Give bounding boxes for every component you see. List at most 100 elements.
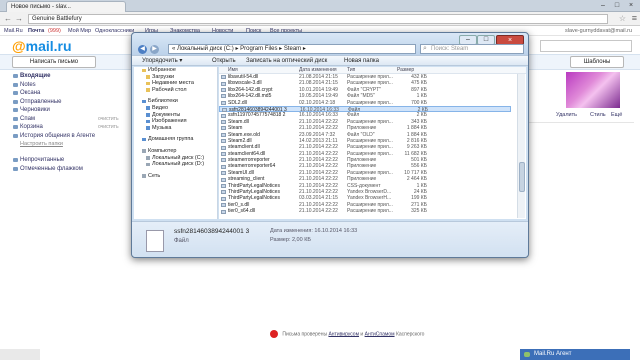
file-icon [221,171,226,176]
file-icon [221,164,226,169]
user-email[interactable]: slave-gurnyddavat@mail.ru [565,26,632,36]
open-button[interactable]: Открыть [212,56,236,66]
nav-item[interactable]: Документы [134,112,217,119]
compose-button[interactable]: Написать письмо [12,56,96,68]
scrollbar[interactable] [517,74,525,218]
column-name[interactable]: Имя [228,67,238,74]
folder-spam[interactable]: Спам очистить [12,115,119,124]
portal-link[interactable]: Мой Мир [68,26,91,36]
file-type: Расширение прил... [347,208,393,215]
file-icon [221,126,226,131]
detail-modified: Дата изменения: 16.10.2014 16:33 [270,228,358,234]
star-icon[interactable]: ☆ [619,14,626,23]
nav-item[interactable]: Видео [134,105,217,112]
file-icon [221,183,226,188]
file-rows: libavutil-54.dll 21.08.2014 21:15 Расширен… [219,74,511,215]
menu-icon[interactable]: ≡ [632,13,637,23]
organize-button[interactable]: Упорядочить ▾ [142,56,182,66]
filter-unread[interactable]: Непрочитанные [12,156,112,165]
antivirus-link[interactable]: Антивирусом [328,331,359,337]
nav-item[interactable]: Локальный диск (D:) [134,161,217,168]
detail-size: Размер: 2,00 КБ [270,237,312,243]
detail-name: ssfn2814603894244001 3 [174,228,250,235]
portal-link[interactable]: Одноклассники [95,26,134,36]
maximize-icon[interactable]: □ [610,1,624,10]
clear-spam-link[interactable]: очистить [98,115,119,124]
forward-icon[interactable]: ▶ [150,45,159,54]
nav-item[interactable]: Музыка [134,125,217,132]
new-folder-button[interactable]: Новая папка [344,56,379,66]
portal-link[interactable]: Mail.Ru [4,26,23,36]
templates-button[interactable]: Шаблоны [570,56,624,68]
file-icon [146,230,164,252]
details-pane: ssfn2814603894244001 3 Файл Дата изменен… [132,221,528,257]
folder-inbox[interactable]: Входящие [12,72,112,81]
close-icon[interactable]: × [624,1,638,10]
nav-item[interactable]: Домашняя группа [134,136,217,143]
file-size: 325 КБ [411,208,427,215]
breadcrumb[interactable]: « Локальный диск (C:) ▸ Program Files ▸ … [168,44,416,54]
tab-strip: Новое письмо - slav... – □ × [0,0,640,12]
nav-item[interactable]: Сеть [134,173,217,180]
file-icon [221,145,226,150]
url-field[interactable]: Genuine Battlefury [28,14,608,24]
search-input[interactable]: Поиск: Steam [420,44,524,54]
profile-photo[interactable] [566,72,620,108]
folder-notes[interactable]: Notes [12,81,112,90]
scrollbar-thumb[interactable] [519,162,525,192]
nav-item[interactable]: Загрузки [134,74,217,81]
navigation-pane: Избранное Загрузки Недавние места Рабочий с… [134,67,218,219]
kaspersky-icon [270,330,278,338]
folder-oksana[interactable]: Оксана [12,89,112,98]
style-link[interactable]: Стиль [590,112,606,118]
column-type[interactable]: Тип [347,67,355,74]
file-icon [221,209,226,214]
back-icon[interactable]: ◀ [138,45,147,54]
clear-trash-link[interactable]: очистить [98,123,119,132]
antivirus-note: Письма проверены Антивирусом и АнтиСпамо… [270,330,424,338]
folder-settings-link[interactable]: Настроить папки [12,140,112,148]
more-link[interactable]: Ещё [611,112,622,118]
file-icon [221,151,226,156]
folder-agent-history[interactable]: История общения в Агенте [12,132,112,141]
folder-trash[interactable]: Корзина очистить [12,123,119,132]
mail-count-badge: (999) [48,28,61,34]
column-size[interactable]: Размер [397,67,414,74]
folder-drafts[interactable]: Черновики [12,106,112,115]
portal-link[interactable]: Почта [28,26,44,36]
agent-button[interactable]: Mail.Ru Агент [520,349,630,360]
file-icon [221,196,226,201]
delete-link[interactable]: Удалить [556,112,577,118]
file-icon [221,132,226,137]
file-icon [221,120,226,125]
file-icon [221,94,226,99]
file-icon [221,113,226,118]
nav-item[interactable]: Компьютер [134,148,217,155]
nav-item[interactable]: Библиотеки [134,98,217,105]
file-icon [221,88,226,93]
mailru-logo[interactable]: @mail.ru [12,38,72,54]
forward-icon[interactable]: → [15,14,23,24]
mail-search-input[interactable] [540,40,632,52]
file-icon [221,139,226,144]
nav-item[interactable]: Изображения [134,118,217,125]
file-list: Имя Дата изменения Тип Размер libavutil-… [219,67,526,219]
nav-item[interactable]: Избранное [134,67,217,74]
file-row[interactable]: tier0_s64.dll 21.10.2014 22:22 Расширение … [219,208,511,214]
explorer-dialog: – □ × ◀ ▶ « Локальный диск (C:) ▸ Progra… [131,32,529,258]
back-icon[interactable]: ← [4,14,12,24]
folder-sent[interactable]: Отправленные [12,98,112,107]
antispam-link[interactable]: АнтиСпамом [365,331,395,337]
burn-button[interactable]: Записать на оптический диск [246,56,327,66]
nav-item[interactable]: Недавние места [134,80,217,87]
nav-item[interactable]: Рабочий стол [134,87,217,94]
address-bar: ← → Genuine Battlefury ☆ ≡ [0,12,640,26]
browser-tab[interactable]: Новое письмо - slav... [6,1,126,12]
file-name: tier0_s64.dll [228,208,255,215]
column-headers: Имя Дата изменения Тип Размер [219,67,526,74]
file-icon [221,203,226,208]
minimize-icon[interactable]: – [596,1,610,10]
filter-flagged[interactable]: Отмеченные флажком [12,165,112,174]
file-icon [221,177,226,182]
column-date[interactable]: Дата изменения [299,67,337,74]
